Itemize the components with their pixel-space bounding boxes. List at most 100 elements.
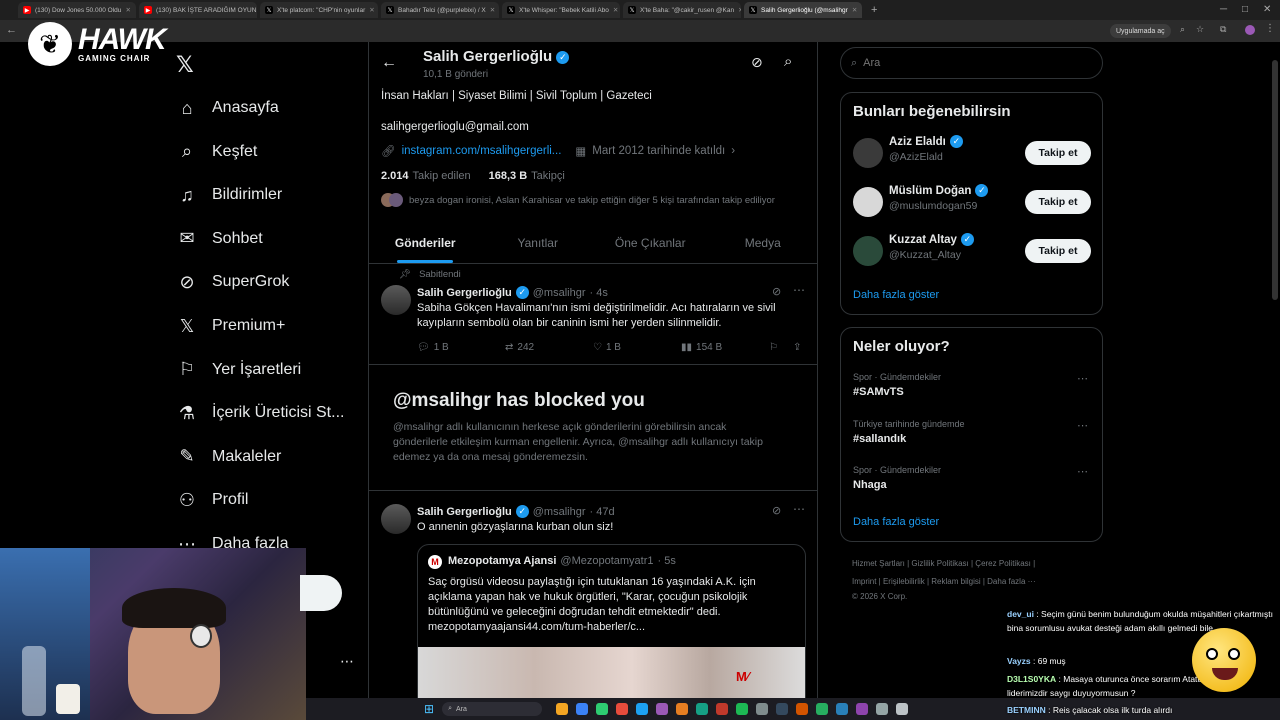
browser-tab[interactable]: 𝕏 X'te platcom: "CHP'nin oyunlar ✕ (260, 2, 378, 18)
taskbar-app-icon[interactable] (896, 703, 909, 715)
suggestion-handle[interactable]: @muslumdogan59 (889, 200, 977, 212)
suggestion-name[interactable]: Kuzzat Altay (889, 234, 957, 246)
taskbar-app-icon[interactable] (776, 703, 789, 715)
close-tab-icon[interactable]: ✕ (613, 6, 618, 14)
close-tab-icon[interactable]: ✕ (738, 6, 741, 14)
nav-item-keşfet[interactable]: ⌕ Keşfet (176, 141, 257, 163)
close-tab-icon[interactable]: ✕ (126, 6, 131, 14)
browser-tab[interactable]: 𝕏 X'te Whisper: "Bebek Katili Abo ✕ (502, 2, 620, 18)
nav-item-makaleler[interactable]: ✎ Makaleler (176, 446, 281, 468)
star-icon[interactable]: ☆ (1196, 24, 1204, 35)
taskbar-app-icon[interactable] (756, 703, 769, 715)
follow-button[interactable]: Takip et (1025, 141, 1091, 165)
taskbar-app-icon[interactable] (736, 703, 749, 715)
profile-link[interactable]: instagram.com/msalihgergerli... (402, 145, 562, 157)
browser-tab[interactable]: ▶(130) BAK İŞTE ARADIĞIM OYUN✕ (139, 2, 257, 18)
views-action[interactable]: ▮▮ 154 B (681, 342, 722, 353)
extensions-icon[interactable]: ⧉ (1220, 24, 1226, 35)
search-input[interactable] (863, 57, 1064, 69)
suggestion-handle[interactable]: @AzizElald (889, 151, 943, 163)
close-window-icon[interactable]: ✕ (1263, 4, 1271, 15)
trend-more-icon[interactable]: ⋯ (1077, 372, 1088, 385)
grok-explain-icon[interactable]: ⊘ (772, 285, 781, 298)
nav-item-yer-i-şaretleri[interactable]: ⚐ Yer İşaretleri (176, 359, 301, 381)
profile-tab[interactable]: Gönderiler (369, 222, 482, 263)
taskbar-app-icon[interactable] (656, 703, 669, 715)
followers-count[interactable]: 168,3 B (489, 170, 528, 182)
nav-item-premium-[interactable]: 𝕏 Premium+ (176, 315, 286, 337)
nav-item-profil[interactable]: ⚇ Profil (176, 489, 249, 511)
search-box[interactable]: ⌕ (840, 47, 1103, 79)
chevron-right-icon[interactable]: › (731, 145, 735, 157)
quoted-post[interactable]: M Mezopotamya Ajansi @Mezopotamyatr1 · 5… (417, 544, 806, 720)
author-avatar[interactable] (381, 285, 411, 315)
grok-icon[interactable]: ⊘ (751, 54, 763, 71)
taskbar-app-icon[interactable] (856, 703, 869, 715)
taskbar-app-icon[interactable] (616, 703, 629, 715)
nav-item-supergrok[interactable]: ⊘ SuperGrok (176, 271, 289, 293)
footer-links-2[interactable]: Imprint | Erişilebilirlik | Reklam bilgi… (852, 577, 1036, 586)
taskbar-app-icon[interactable] (716, 703, 729, 715)
post-time[interactable]: · 4s (589, 287, 607, 299)
suggestion-handle[interactable]: @Kuzzat_Altay (889, 249, 961, 261)
trend-name[interactable]: #sallandık (853, 433, 906, 445)
footer-links-1[interactable]: Hizmet Şartları | Gizlilik Politikası | … (852, 559, 1035, 568)
followers-label[interactable]: Takipçi (531, 170, 565, 182)
browser-tab[interactable]: ▶ (130) Dow Jones 50.000 Oldu ✕ (18, 2, 136, 18)
windows-start-icon[interactable]: ⊞ (424, 702, 434, 716)
trend-name[interactable]: #SAMvTS (853, 386, 904, 398)
nav-item-anasayfa[interactable]: ⌂ Anasayfa (176, 97, 279, 119)
taskbar-app-icon[interactable] (696, 703, 709, 715)
page-scrollbar[interactable] (1272, 60, 1278, 300)
nav-item-sohbet[interactable]: ✉ Sohbet (176, 228, 262, 250)
profile-tab[interactable]: Yanıtlar (482, 222, 595, 263)
trends-show-more[interactable]: Daha fazla göster (853, 516, 939, 528)
following-count[interactable]: 2.014 (381, 170, 409, 182)
browser-menu-icon[interactable]: ⋮ (1265, 23, 1275, 34)
like-action[interactable]: ♡ 1 B (593, 342, 621, 353)
trend-more-icon[interactable]: ⋯ (1077, 465, 1088, 478)
suggestion-avatar[interactable] (853, 187, 883, 217)
browser-tab[interactable]: 𝕏 Bahadır Telci (@purplebixi) / X ✕ (381, 2, 499, 18)
nav-item-i-çerik-üreticisi-st-[interactable]: ⚗ İçerik Üreticisi St... (176, 402, 345, 424)
follow-button[interactable]: Takip et (1025, 190, 1091, 214)
x-logo-icon[interactable]: 𝕏 (176, 52, 194, 78)
grok-explain-icon[interactable]: ⊘ (772, 504, 781, 517)
suggestion-name[interactable]: Müslüm Doğan (889, 185, 971, 197)
back-icon[interactable]: ← (381, 54, 397, 72)
taskbar-app-icon[interactable] (556, 703, 569, 715)
minimize-icon[interactable]: ─ (1220, 4, 1227, 15)
new-tab-icon[interactable]: + (871, 4, 877, 16)
post-author[interactable]: Salih Gergerlioğlu (417, 287, 512, 299)
taskbar-app-icon[interactable] (576, 703, 589, 715)
post-handle[interactable]: @msalihgr (533, 506, 586, 518)
author-avatar[interactable] (381, 504, 411, 534)
profile-tab[interactable]: Öne Çıkanlar (594, 222, 707, 263)
browser-tab[interactable]: 𝕏 Salih Gergerlioğlu (@msalihgr ✕ (744, 2, 862, 18)
maximize-icon[interactable]: □ (1242, 4, 1248, 15)
taskbar-app-icon[interactable] (836, 703, 849, 715)
reply-action[interactable]: 💬︎ 1 B (417, 342, 449, 353)
nav-item-bildirimler[interactable]: ♫ Bildirimler (176, 184, 282, 206)
taskbar-app-icon[interactable] (876, 703, 889, 715)
browser-tab[interactable]: 𝕏 X'te Baha: "@cakir_rusen @Kan ✕ (623, 2, 741, 18)
taskbar-search[interactable]: ⌕ Ara (442, 702, 543, 716)
share-icon[interactable]: ⇪ (793, 342, 801, 353)
taskbar-app-icon[interactable] (796, 703, 809, 715)
search-icon[interactable]: ⌕ (784, 53, 792, 70)
suggestion-name[interactable]: Aziz Elaldı (889, 136, 946, 148)
close-tab-icon[interactable]: ✕ (369, 6, 374, 14)
suggestion-avatar[interactable] (853, 236, 883, 266)
post-more-icon[interactable]: ⋯ (793, 502, 805, 516)
close-tab-icon[interactable]: ✕ (852, 6, 857, 14)
close-tab-icon[interactable]: ✕ (490, 6, 495, 14)
back-arrow-icon[interactable]: ← (6, 24, 17, 36)
zoom-icon[interactable]: ⌕ (1180, 24, 1185, 35)
taskbar-app-icon[interactable] (596, 703, 609, 715)
trend-more-icon[interactable]: ⋯ (1077, 419, 1088, 432)
following-label[interactable]: Takip edilen (413, 170, 471, 182)
post-more-icon[interactable]: ⋯ (793, 283, 805, 297)
taskbar-app-icon[interactable] (816, 703, 829, 715)
profile-tab[interactable]: Medya (707, 222, 818, 263)
post-author[interactable]: Salih Gergerlioğlu (417, 506, 512, 518)
